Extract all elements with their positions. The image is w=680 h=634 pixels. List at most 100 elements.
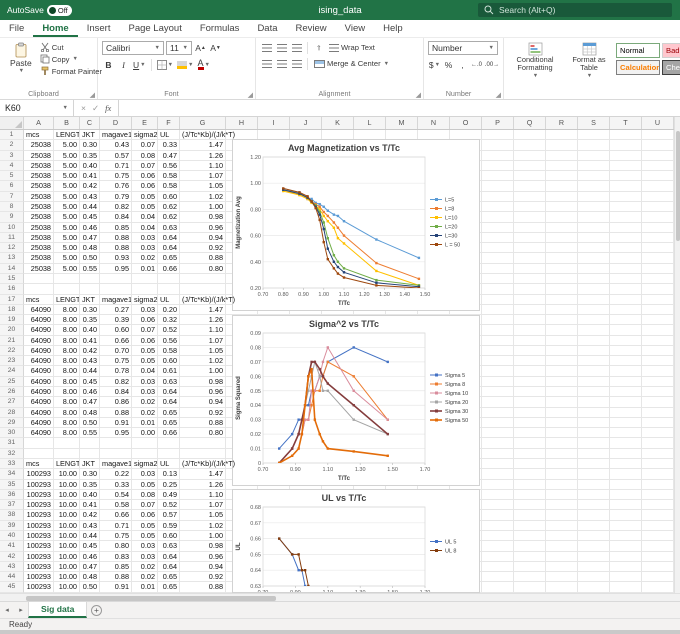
spreadsheet-grid[interactable]: 1mcsLENGTHJKTmagave1sigma2UL(J/Tc*Kb)/(J… — [0, 130, 680, 593]
row-header-29[interactable]: 29 — [0, 417, 24, 429]
cell[interactable]: 25038 — [24, 243, 54, 254]
cell[interactable]: 10.00 — [54, 479, 80, 490]
sheet-nav-right-icon[interactable]: ▸ — [14, 602, 28, 618]
cell[interactable]: 1.07 — [180, 335, 226, 346]
conditional-formatting-button[interactable]: Conditional Formatting ▼ — [508, 41, 562, 87]
cell[interactable]: 1.26 — [180, 150, 226, 161]
column-header-K[interactable]: K — [322, 117, 354, 129]
borders-button[interactable]: ▼ — [156, 58, 174, 71]
cell[interactable] — [100, 438, 132, 449]
cell[interactable]: 10.00 — [54, 541, 80, 552]
number-dialog-launcher-icon[interactable]: ◢ — [496, 91, 501, 99]
cell[interactable]: 10.00 — [54, 469, 80, 480]
cell[interactable]: 0.44 — [80, 366, 100, 377]
column-header-E[interactable]: E — [132, 117, 158, 129]
cell[interactable]: 0.47 — [80, 232, 100, 244]
cell[interactable]: 0.91 — [100, 417, 132, 429]
row-header-19[interactable]: 19 — [0, 315, 24, 326]
cell[interactable]: 0.01 — [132, 582, 158, 593]
cell[interactable]: 0.63 — [158, 541, 180, 552]
cell[interactable]: 8.00 — [54, 304, 80, 316]
row-header-20[interactable]: 20 — [0, 325, 24, 336]
insert-function-icon[interactable]: fx — [105, 103, 111, 113]
cell[interactable]: 0.02 — [132, 572, 158, 583]
cell[interactable]: (J/Tc*Kb)/(J/k*T) — [180, 459, 235, 470]
cut-button[interactable]: Cut — [38, 41, 104, 53]
cell[interactable]: JKT — [80, 459, 100, 470]
cell[interactable]: 100293 — [24, 500, 54, 511]
cell[interactable]: 8.00 — [54, 376, 80, 388]
row-header-38[interactable]: 38 — [0, 510, 24, 521]
align-middle-button[interactable] — [275, 41, 288, 54]
formula-input[interactable] — [119, 100, 680, 116]
cell[interactable] — [158, 438, 180, 449]
cell[interactable]: 0.56 — [158, 335, 180, 346]
cell[interactable]: mcs — [24, 130, 54, 141]
column-header-H[interactable]: H — [226, 117, 258, 129]
cell[interactable]: 1.47 — [180, 304, 226, 316]
cell[interactable]: 100293 — [24, 572, 54, 583]
cell[interactable]: 0.43 — [80, 356, 100, 367]
cell[interactable]: 0.88 — [100, 243, 132, 254]
style-normal[interactable]: Normal — [616, 43, 660, 58]
cell[interactable]: 0.41 — [80, 171, 100, 182]
cell[interactable]: 5.00 — [54, 201, 80, 213]
cell[interactable]: 0.05 — [132, 520, 158, 531]
cell[interactable]: 8.00 — [54, 366, 80, 377]
column-header-C[interactable]: C — [80, 117, 100, 129]
cell[interactable]: 1.10 — [180, 160, 226, 172]
chart-ul[interactable]: UL vs T/Tc 0.63 0.64 0.65 0.66 0.67 0.68 0.70 0.… — [232, 489, 480, 593]
cell[interactable]: 0.08 — [132, 489, 158, 501]
cell[interactable]: 100293 — [24, 489, 54, 501]
cell[interactable]: 0.50 — [80, 253, 100, 264]
row-header-35[interactable]: 35 — [0, 479, 24, 490]
row-header-26[interactable]: 26 — [0, 387, 24, 398]
cell[interactable]: 0.94 — [180, 397, 226, 408]
cell[interactable]: 25038 — [24, 160, 54, 172]
cell[interactable]: 0.33 — [100, 479, 132, 490]
row-header-4[interactable]: 4 — [0, 160, 24, 172]
bold-button[interactable]: B — [102, 58, 115, 71]
cell[interactable]: 5.00 — [54, 171, 80, 182]
cell[interactable]: 0.91 — [100, 582, 132, 593]
row-header-12[interactable]: 12 — [0, 243, 24, 254]
cell[interactable]: 8.00 — [54, 335, 80, 346]
cell[interactable]: 0.48 — [80, 407, 100, 418]
cell[interactable] — [100, 273, 132, 285]
cell[interactable]: 5.00 — [54, 181, 80, 192]
cell[interactable]: 0.93 — [100, 253, 132, 264]
cell[interactable]: 0.45 — [80, 212, 100, 223]
ribbon-tab-help[interactable]: Help — [374, 20, 412, 37]
cell[interactable]: 10.00 — [54, 551, 80, 562]
cell[interactable]: 64090 — [24, 325, 54, 336]
row-header-24[interactable]: 24 — [0, 366, 24, 377]
cell[interactable]: 0.65 — [158, 582, 180, 593]
row-header-25[interactable]: 25 — [0, 376, 24, 388]
row-header-33[interactable]: 33 — [0, 459, 24, 470]
column-header-L[interactable]: L — [354, 117, 386, 129]
cell[interactable]: 0.96 — [180, 387, 226, 398]
cell[interactable]: 0.88 — [100, 232, 132, 244]
paste-button[interactable]: Paste ▼ — [4, 41, 38, 77]
cell[interactable]: magave1 — [100, 459, 132, 470]
cell[interactable] — [180, 273, 226, 285]
cell[interactable]: 0.94 — [180, 561, 226, 573]
alignment-dialog-launcher-icon[interactable]: ◢ — [416, 91, 421, 99]
style-check-cell[interactable]: Check — [662, 60, 680, 75]
column-header-F[interactable]: F — [158, 117, 180, 129]
cell[interactable]: mcs — [24, 294, 54, 305]
cell[interactable]: 5.00 — [54, 253, 80, 264]
format-painter-button[interactable]: Format Painter — [38, 65, 104, 77]
cell[interactable]: 0.48 — [80, 243, 100, 254]
cell[interactable] — [54, 448, 80, 459]
cell[interactable]: UL — [158, 294, 180, 305]
cell[interactable] — [180, 438, 226, 449]
cell[interactable]: 0.30 — [80, 140, 100, 151]
cell[interactable]: 0.88 — [180, 417, 226, 429]
cell[interactable]: 64090 — [24, 304, 54, 316]
cell[interactable]: 10.00 — [54, 489, 80, 501]
cell[interactable]: LENGTH — [54, 294, 80, 305]
style-bad[interactable]: Bad — [662, 43, 680, 58]
cell[interactable] — [54, 438, 80, 449]
cell[interactable]: 1.05 — [180, 181, 226, 192]
